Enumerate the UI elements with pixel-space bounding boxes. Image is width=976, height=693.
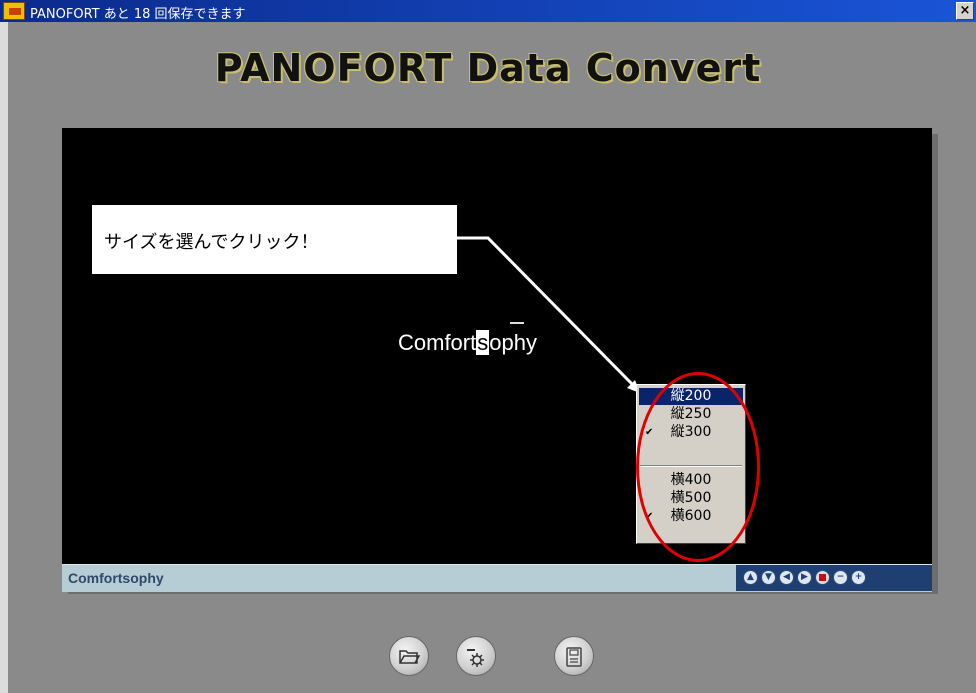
up-icon[interactable]: ▲ — [743, 570, 758, 585]
settings-icon — [467, 649, 484, 667]
open-folder-icon — [399, 650, 421, 664]
save-icon — [566, 647, 582, 667]
right-icon[interactable]: ▶ — [797, 570, 812, 585]
window-title: PANOFORT あと 18 回保存できます — [30, 7, 246, 22]
comfortsophy-logo: Comfortsophy — [398, 322, 537, 356]
left-icon[interactable]: ◀ — [779, 570, 794, 585]
close-button[interactable]: × — [956, 2, 974, 20]
ibeam-cursor-icon — [510, 322, 524, 328]
navigation-controls: ▲ ▼ ◀ ▶ − + — [736, 565, 932, 591]
down-icon[interactable]: ▼ — [761, 570, 776, 585]
logo-text-start: Comfort — [398, 330, 477, 355]
stop-icon[interactable] — [815, 570, 830, 585]
status-label: Comfortsophy — [68, 570, 164, 586]
save-button[interactable] — [554, 636, 594, 676]
app-icon[interactable] — [3, 2, 25, 20]
window-edge — [0, 22, 8, 693]
highlight-ellipse — [636, 372, 760, 562]
zoom-in-icon[interactable]: + — [851, 570, 866, 585]
instruction-callout: サイズを選んでクリック！ — [92, 205, 457, 274]
logo-text-s: s — [476, 330, 490, 355]
open-folder-button[interactable] — [389, 636, 429, 676]
settings-button[interactable] — [456, 636, 496, 676]
title-bar: PANOFORT あと 18 回保存できます × — [0, 0, 976, 22]
logo-text-end: ophy — [489, 330, 537, 355]
zoom-out-icon[interactable]: − — [833, 570, 848, 585]
app-heading: PANOFORT Data Convert — [214, 46, 762, 90]
